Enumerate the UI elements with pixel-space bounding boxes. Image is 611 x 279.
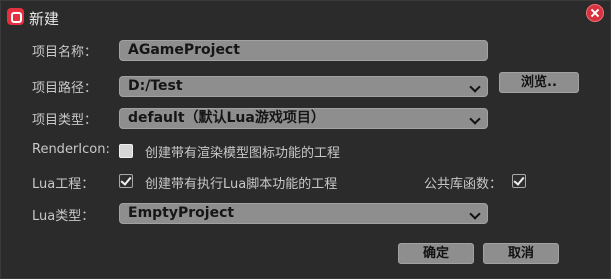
lua-type-value: EmptyProject: [128, 205, 235, 221]
title-bar: 新建: [1, 1, 610, 35]
browse-button[interactable]: 浏览..: [499, 72, 579, 93]
render-icon-text: 创建带有渲染模型图标功能的工程: [145, 146, 341, 161]
project-path-value: D:/Test: [128, 78, 183, 94]
render-icon-checkbox[interactable]: [119, 144, 133, 158]
lua-project-text: 创建带有执行Lua脚本功能的工程: [145, 177, 338, 192]
lua-type-combo[interactable]: EmptyProject: [119, 203, 488, 224]
lua-project-label: Lua工程：: [32, 177, 95, 192]
project-type-combo[interactable]: default（默认Lua游戏项目）: [119, 108, 488, 129]
render-icon-label: RenderIcon:: [32, 142, 110, 157]
chevron-down-icon: [469, 208, 481, 220]
lua-type-label: Lua类型：: [32, 209, 95, 224]
project-type-label: 项目类型：: [32, 113, 98, 128]
ok-button[interactable]: 确定: [398, 243, 474, 264]
project-name-input[interactable]: AGameProject: [119, 40, 488, 61]
project-name-label: 项目名称：: [32, 45, 98, 60]
close-icon[interactable]: [586, 4, 604, 22]
app-logo-icon: [7, 8, 24, 25]
project-path-combo[interactable]: D:/Test: [119, 76, 488, 97]
project-type-value: default（默认Lua游戏项目）: [128, 110, 325, 126]
window-title: 新建: [29, 10, 60, 28]
project-path-label: 项目路径：: [32, 81, 98, 96]
chevron-down-icon: [469, 113, 481, 125]
cancel-button[interactable]: 取消: [483, 243, 559, 264]
new-project-dialog: 新建 项目名称： AGameProject 项目路径： D:/Test 浏览..…: [0, 0, 611, 279]
chevron-down-icon: [469, 81, 481, 93]
lua-project-checkbox[interactable]: [119, 174, 133, 188]
public-lib-label: 公共库函数：: [424, 177, 503, 192]
public-lib-checkbox[interactable]: [512, 174, 526, 188]
